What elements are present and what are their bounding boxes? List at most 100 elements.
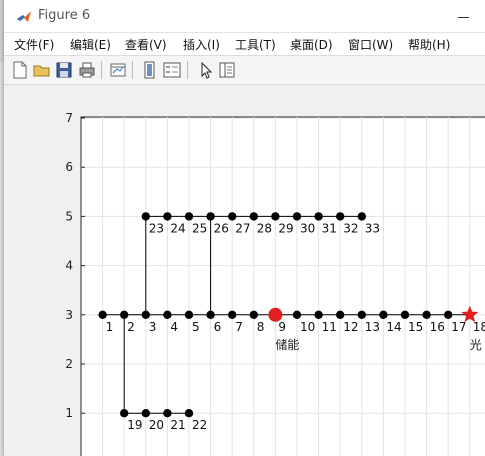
save-icon[interactable] (54, 60, 74, 80)
menu-edit[interactable]: 编辑(E) (70, 36, 111, 53)
node-label: 4 (170, 320, 178, 334)
node-marker (206, 310, 215, 319)
node-marker (357, 212, 366, 221)
node-marker (228, 212, 237, 221)
window-title: Figure 6 (38, 8, 91, 23)
node-label: 29 (278, 221, 293, 235)
menu-tools[interactable]: 工具(T) (235, 36, 276, 53)
node-marker (184, 212, 194, 221)
toolbar-separator (101, 61, 102, 79)
node-label: 9 (278, 320, 286, 334)
insert-legend-icon[interactable] (162, 60, 182, 80)
node-label: 21 (170, 418, 185, 432)
node-label: 23 (149, 221, 164, 235)
y-tick-label: 1 (65, 406, 73, 420)
node-label: 33 (365, 221, 380, 235)
node-marker (120, 310, 129, 319)
menu-bar: 文件(F) 编辑(E) 查看(V) 插入(I) 工具(T) 桌面(D) 窗口(W… (4, 33, 485, 56)
node-label: 7 (235, 320, 243, 334)
node-marker (444, 310, 453, 319)
node-marker (228, 310, 237, 319)
node-annotation: 储能 (275, 337, 299, 352)
node-annotation: 光 (470, 338, 482, 352)
node-label: 17 (451, 320, 466, 334)
node-marker (120, 409, 129, 418)
node-label: 27 (235, 221, 250, 235)
node-label: 30 (300, 221, 315, 235)
y-tick-label: 5 (65, 209, 73, 223)
y-tick-label: 3 (65, 308, 73, 322)
node-label: 16 (430, 320, 445, 334)
node-marker (98, 310, 107, 319)
node-label: 11 (322, 320, 337, 334)
new-figure-icon[interactable] (10, 60, 30, 80)
node-label: 13 (365, 320, 380, 334)
node-label: 20 (149, 418, 164, 432)
y-tick-label: 6 (65, 160, 73, 174)
y-tick-label: 4 (65, 259, 73, 273)
node-label: 3 (149, 320, 157, 334)
node-label: 1 (106, 320, 114, 334)
pointer-icon[interactable] (196, 60, 216, 80)
menu-view[interactable]: 查看(V) (125, 36, 167, 53)
axes-box (80, 116, 485, 456)
node-marker (206, 212, 215, 221)
node-label: 12 (343, 320, 358, 334)
node-marker (271, 212, 280, 221)
node-label: 22 (192, 418, 207, 432)
node-label: 28 (257, 221, 272, 235)
node-marker (357, 310, 366, 319)
node-marker (314, 212, 323, 221)
matlab-logo-icon (17, 11, 31, 22)
node-marker (336, 310, 345, 319)
figure-window: Figure 6 文件(F) 编辑(E) 查看(V) 插入(I) 工具(T) 桌… (4, 0, 485, 456)
menu-insert[interactable]: 插入(I) (183, 36, 220, 53)
node-marker (163, 212, 172, 221)
node-marker (249, 310, 258, 319)
node-label: 2 (127, 320, 135, 334)
node-marker (336, 212, 345, 221)
node-label: 24 (170, 221, 185, 235)
node-marker (314, 310, 323, 319)
menu-help[interactable]: 帮助(H) (408, 36, 450, 53)
node-label: 10 (300, 320, 315, 334)
node-marker (163, 409, 172, 418)
toolbar-separator (187, 61, 188, 79)
node-label: 18 (473, 320, 485, 334)
node-marker (141, 409, 150, 418)
insert-colorbar-icon[interactable] (140, 60, 160, 80)
node-marker (249, 212, 258, 221)
node-label: 5 (192, 320, 200, 334)
network-plot: 76543211 2 3 4 5 6 7 8 9 10 11 12 13 14 15 16 17 1819 20 21… (65, 111, 485, 456)
node-marker (292, 310, 302, 319)
figure-toolbar (4, 56, 485, 85)
open-file-icon[interactable] (32, 60, 52, 80)
node-marker (163, 310, 172, 319)
node-label: 8 (257, 320, 265, 334)
property-inspector-icon[interactable] (217, 60, 237, 80)
y-tick-label: 7 (65, 111, 73, 125)
title-bar: Figure 6 (4, 0, 485, 33)
node-label: 19 (127, 418, 142, 432)
node-marker (184, 409, 194, 418)
node-label: 32 (343, 221, 358, 235)
node-marker (141, 212, 150, 221)
menu-file[interactable]: 文件(F) (14, 36, 54, 53)
minimize-button[interactable] (444, 0, 484, 32)
node-marker (422, 310, 431, 319)
toolbar-separator (132, 61, 133, 79)
node-label: 26 (214, 221, 229, 235)
node-label: 6 (214, 320, 222, 334)
node-label: 15 (408, 320, 423, 334)
node-marker (184, 310, 194, 319)
y-tick-label: 2 (65, 357, 73, 371)
menu-window[interactable]: 窗口(W) (348, 36, 393, 53)
node-label: 14 (386, 320, 401, 334)
node-marker (141, 310, 150, 319)
link-plot-icon[interactable] (108, 60, 128, 80)
print-icon[interactable] (77, 60, 97, 80)
node-marker (400, 310, 410, 319)
node-label: 25 (192, 221, 207, 235)
figure-canvas: 7 6 5 4 3 2 1 1 2 3 4 5 6 7 8 9 10 11 12 13 14 15 16 17 18 19 20 21… (4, 85, 485, 456)
menu-desktop[interactable]: 桌面(D) (290, 36, 333, 53)
